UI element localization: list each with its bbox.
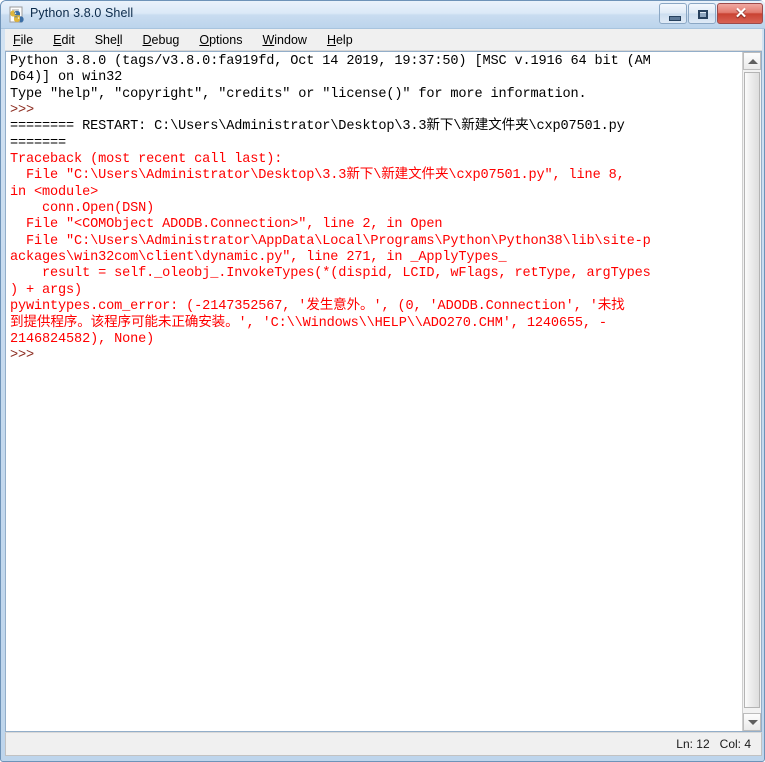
- console-line: result = self._oleobj_.InvokeTypes(*(dis…: [10, 266, 651, 282]
- console-line: 2146824582), None): [10, 331, 155, 347]
- scroll-down-button[interactable]: [743, 713, 761, 731]
- console-line: File "<COMObject ADODB.Connection>", lin…: [10, 217, 443, 233]
- cursor-position-indicator: Ln: 12 Col: 4: [676, 737, 751, 751]
- menu-item-edit[interactable]: Edit: [53, 33, 75, 47]
- console-line: File "C:\Users\Administrator\Desktop\3.3…: [10, 168, 625, 184]
- close-button[interactable]: ✕: [717, 3, 763, 24]
- scroll-up-arrow-icon: [748, 59, 758, 64]
- close-icon: ✕: [734, 5, 748, 22]
- console-line: D64)] on win32: [10, 70, 123, 86]
- scroll-up-button[interactable]: [743, 52, 761, 70]
- menu-item-file[interactable]: File: [13, 33, 33, 47]
- console-line: Traceback (most recent call last):: [10, 152, 283, 168]
- console-line: ======== RESTART: C:\Users\Administrator…: [10, 119, 625, 135]
- console-line: 到提供程序。该程序可能未正确安装。', 'C:\\Windows\\HELP\\…: [10, 315, 607, 331]
- menu-item-window[interactable]: Window: [262, 33, 306, 47]
- console-line: in <module>: [10, 184, 99, 200]
- console-line: Python 3.8.0 (tags/v3.8.0:fa919fd, Oct 1…: [10, 54, 651, 69]
- minimize-icon: [669, 16, 681, 21]
- python-shell-window: Python 3.8.0 Shell ✕ File Edit Shell Deb…: [0, 0, 765, 762]
- shell-text-area[interactable]: Python 3.8.0 (tags/v3.8.0:fa919fd, Oct 1…: [5, 51, 762, 732]
- console-line: >>>: [10, 348, 43, 364]
- vertical-scrollbar[interactable]: [742, 52, 761, 731]
- window-controls: ✕: [658, 3, 763, 24]
- console-line: ackages\win32com\client\dynamic.py", lin…: [10, 250, 507, 266]
- console-line: conn.Open(DSN): [10, 201, 155, 217]
- window-title: Python 3.8.0 Shell: [30, 6, 134, 20]
- console-line: >>>: [10, 103, 43, 119]
- console-line: Type "help", "copyright", "credits" or "…: [10, 86, 587, 102]
- title-bar[interactable]: Python 3.8.0 Shell ✕: [1, 1, 765, 29]
- shell-output[interactable]: Python 3.8.0 (tags/v3.8.0:fa919fd, Oct 1…: [6, 52, 742, 731]
- console-line: pywintypes.com_error: (-2147352567, '发生意…: [10, 299, 625, 315]
- console-line: ) + args): [10, 282, 83, 298]
- maximize-button[interactable]: [688, 3, 716, 24]
- menu-bar: File Edit Shell Debug Options Window Hel…: [5, 29, 762, 51]
- status-bar: Ln: 12 Col: 4: [5, 732, 762, 756]
- menu-item-debug[interactable]: Debug: [143, 33, 180, 47]
- menu-item-options[interactable]: Options: [199, 33, 242, 47]
- scrollbar-thumb[interactable]: [744, 72, 760, 708]
- console-line: =======: [10, 135, 67, 151]
- python-idle-icon: [8, 6, 26, 24]
- menu-item-help[interactable]: Help: [327, 33, 353, 47]
- console-line: File "C:\Users\Administrator\AppData\Loc…: [10, 233, 651, 249]
- menu-item-shell[interactable]: Shell: [95, 33, 123, 47]
- minimize-button[interactable]: [659, 3, 687, 24]
- scroll-down-arrow-icon: [748, 720, 758, 725]
